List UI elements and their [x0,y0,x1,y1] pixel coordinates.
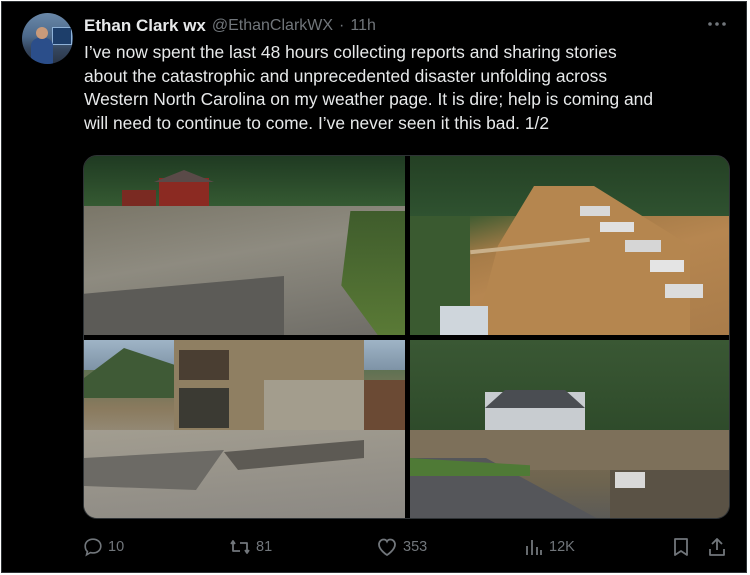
repost-count: 81 [256,539,273,555]
author-name[interactable]: Ethan Clark wx [84,16,206,36]
author-handle[interactable]: @EthanClarkWX [212,17,333,35]
like-button[interactable]: 353 [375,534,427,560]
repost-icon [228,536,252,558]
avatar-person-body [31,38,53,64]
bookmark-icon [670,536,692,558]
photo-house-damaged-road[interactable] [410,340,729,518]
repost-button[interactable]: 81 [228,534,272,560]
views-button[interactable]: 12K [523,534,575,560]
photo-flooded-road-barn[interactable] [84,156,405,335]
action-bar: 10 81 353 12K [82,534,732,560]
tweet-header: Ethan Clark wx @EthanClarkWX · 11h [84,15,376,37]
bookmark-button[interactable] [670,534,692,560]
photo-aerial-flooded-town[interactable] [410,156,729,335]
share-button[interactable] [706,534,728,560]
avatar-person-head [36,27,48,39]
like-icon [375,536,399,558]
reply-button[interactable]: 10 [82,534,124,560]
photo-destroyed-street-building[interactable] [84,340,405,518]
share-icon [706,536,728,558]
avatar-background-screen [52,27,72,45]
avatar[interactable] [22,13,73,64]
reply-icon [82,536,104,558]
header-separator: · [339,17,345,34]
views-icon [523,536,545,558]
post-time[interactable]: 11h [350,17,376,35]
like-count: 353 [403,539,428,555]
more-icon[interactable] [706,14,732,34]
reply-count: 10 [108,539,125,555]
media-grid [83,155,730,519]
views-count: 12K [549,539,575,555]
tweet-text: I’ve now spent the last 48 hours collect… [84,42,654,133]
tweet-card[interactable]: Ethan Clark wx @EthanClarkWX · 11h I’ve … [1,1,747,573]
